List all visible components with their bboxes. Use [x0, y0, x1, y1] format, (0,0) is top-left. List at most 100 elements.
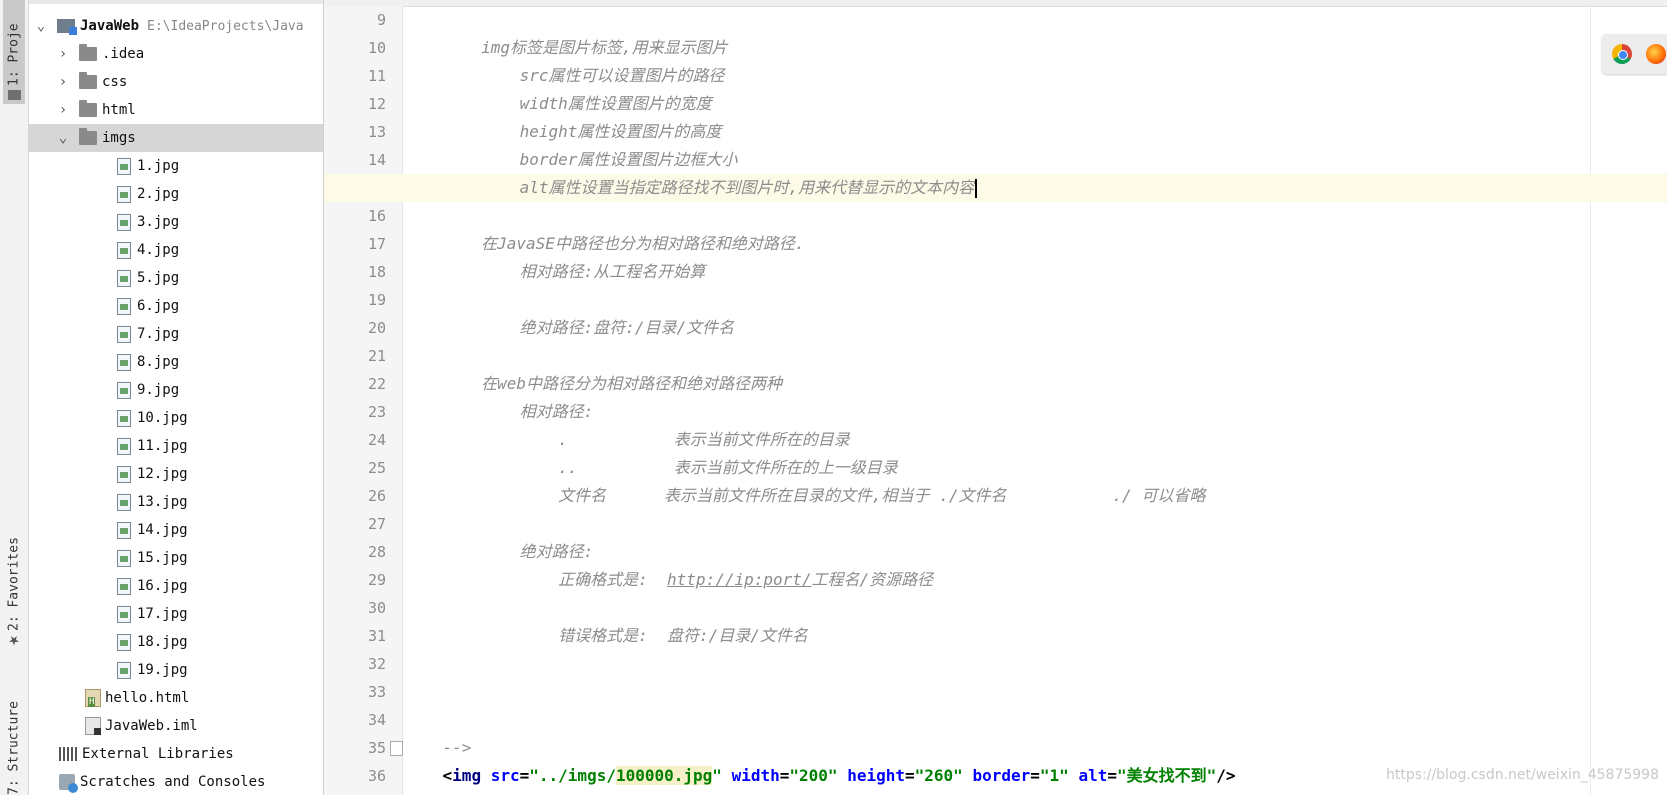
tab-structure-label: 7: Structure	[6, 701, 22, 795]
image-file-icon	[117, 605, 131, 623]
code-line[interactable]: 相对路径:	[404, 398, 1597, 426]
tree-file-image[interactable]: 11.jpg	[29, 432, 323, 460]
code-text: 工程名/资源路径	[811, 570, 934, 589]
tree-root[interactable]: ⌄ JavaWeb E:\IdeaProjects\Java	[29, 12, 323, 40]
image-file-icon	[117, 437, 131, 455]
code-line[interactable]	[404, 594, 1597, 622]
tree-file-iml[interactable]: JavaWeb.iml	[29, 712, 323, 740]
code-line[interactable]: width属性设置图片的宽度	[404, 90, 1597, 118]
file-label: 18.jpg	[137, 634, 188, 650]
chevron-right-icon[interactable]: ›	[57, 102, 69, 118]
chevron-right-icon[interactable]: ›	[57, 46, 69, 62]
code-line[interactable]	[404, 6, 1597, 34]
tree-file-image[interactable]: 8.jpg	[29, 348, 323, 376]
code-line[interactable]: 文件名 表示当前文件所在目录的文件,相当于 ./文件名 ./ 可以省略	[404, 482, 1597, 510]
code-line[interactable]: 在JavaSE中路径也分为相对路径和绝对路径.	[404, 230, 1597, 258]
tree-file-image[interactable]: 14.jpg	[29, 516, 323, 544]
code-line[interactable]: 相对路径:从工程名开始算	[404, 258, 1597, 286]
code-line[interactable]: . 表示当前文件所在的目录	[404, 426, 1597, 454]
tree-file-image[interactable]: 12.jpg	[29, 460, 323, 488]
code-line[interactable]: 绝对路径:	[404, 538, 1597, 566]
code-text: 正确格式是:	[404, 570, 668, 589]
tool-window-strip: 1: Proje ★ 2: Favorites 7: Structure	[0, 0, 29, 795]
tag-token-width-val: "200"	[789, 766, 838, 785]
tree-file-image[interactable]: 16.jpg	[29, 572, 323, 600]
tree-file-image[interactable]: 13.jpg	[29, 488, 323, 516]
code-line[interactable]: img标签是图片标签,用来显示图片	[404, 34, 1597, 62]
tree-file-image[interactable]: 19.jpg	[29, 656, 323, 684]
code-text: 相对路径:从工程名开始算	[404, 262, 706, 281]
tree-file-image[interactable]: 1.jpg	[29, 152, 323, 180]
file-label: 13.jpg	[137, 494, 188, 510]
tree-folder-idea[interactable]: › .idea	[29, 40, 323, 68]
code-line[interactable]: alt属性设置当指定路径找不到图片时,用来代替显示的文本内容	[324, 174, 1667, 202]
code-text: height属性设置图片的高度	[404, 122, 722, 141]
code-editor[interactable]: 9 10 img标签是图片标签,用来显示图片 11 src属性可以设置图片的路径 12…	[324, 0, 1667, 795]
tree-file-image[interactable]: 15.jpg	[29, 544, 323, 572]
tag-token-src-hl: 100000.jpg	[615, 766, 713, 785]
tree-file-image[interactable]: 10.jpg	[29, 404, 323, 432]
tag-token-border-attr: border	[972, 766, 1031, 785]
tree-scratches[interactable]: Scratches and Consoles	[29, 768, 323, 795]
code-text: 绝对路径:	[404, 542, 594, 561]
tab-favorites[interactable]: ★ 2: Favorites	[3, 520, 25, 652]
tree-file-image[interactable]: 6.jpg	[29, 292, 323, 320]
code-text: src属性可以设置图片的路径	[404, 66, 725, 85]
code-line[interactable]: .. 表示当前文件所在的上一级目录	[404, 454, 1597, 482]
tree-folder-html[interactable]: › html	[29, 96, 323, 124]
file-label: 1.jpg	[137, 158, 180, 174]
tree-folder-imgs[interactable]: ⌄ imgs	[29, 124, 323, 152]
tree-external-libraries[interactable]: External Libraries	[29, 740, 323, 768]
folder-icon	[7, 90, 22, 100]
chevron-down-icon[interactable]: ⌄	[57, 130, 69, 146]
tree-file-image[interactable]: 17.jpg	[29, 600, 323, 628]
code-line[interactable]: 正确格式是: http://ip:port/工程名/资源路径	[404, 566, 1597, 594]
code-line[interactable]: border属性设置图片边框大小	[404, 146, 1597, 174]
chrome-icon[interactable]	[1612, 44, 1632, 64]
code-line[interactable]: -->	[404, 734, 1597, 762]
chevron-right-icon[interactable]: ›	[57, 74, 69, 90]
tree-file-image[interactable]: 2.jpg	[29, 180, 323, 208]
line-number: 36	[367, 767, 386, 785]
code-line[interactable]: height属性设置图片的高度	[404, 118, 1597, 146]
code-line[interactable]	[404, 202, 1597, 230]
code-line[interactable]	[404, 510, 1597, 538]
code-line[interactable]	[404, 286, 1597, 314]
tree-file-image[interactable]: 5.jpg	[29, 264, 323, 292]
firefox-icon[interactable]	[1646, 44, 1666, 64]
code-line[interactable]: 错误格式是: 盘符:/目录/文件名	[404, 622, 1597, 650]
tree-file-image[interactable]: 9.jpg	[29, 376, 323, 404]
image-file-icon	[117, 297, 131, 315]
line-number: 33	[367, 683, 386, 701]
code-line[interactable]	[404, 706, 1597, 734]
tree-root-path: E:\IdeaProjects\Java	[147, 18, 304, 34]
folder-icon	[79, 72, 97, 89]
tag-token-src-val: "../imgs/	[529, 766, 616, 785]
tree-file-image[interactable]: 3.jpg	[29, 208, 323, 236]
code-text: width属性设置图片的宽度	[404, 94, 712, 113]
code-line[interactable]	[404, 650, 1597, 678]
code-line[interactable]	[404, 678, 1597, 706]
file-label: 19.jpg	[137, 662, 188, 678]
tab-structure[interactable]: 7: Structure	[3, 675, 25, 795]
tag-token-open: <	[442, 766, 453, 785]
tree-folder-css[interactable]: › css	[29, 68, 323, 96]
chevron-down-icon[interactable]: ⌄	[35, 18, 47, 34]
line-number: 27	[367, 515, 386, 533]
tree-file-image[interactable]: 7.jpg	[29, 320, 323, 348]
tab-project[interactable]: 1: Proje	[3, 0, 25, 104]
tree-file-image[interactable]: 18.jpg	[29, 628, 323, 656]
code-text: .. 表示当前文件所在的上一级目录	[404, 458, 898, 477]
tree-file-image[interactable]: 4.jpg	[29, 236, 323, 264]
code-line[interactable]: src属性可以设置图片的路径	[404, 62, 1597, 90]
code-line[interactable]: 绝对路径:盘符:/目录/文件名	[404, 314, 1597, 342]
code-line[interactable]: 在web中路径分为相对路径和绝对路径两种	[404, 370, 1597, 398]
tag-token-border-val: "1"	[1039, 766, 1069, 785]
file-label: 4.jpg	[137, 242, 180, 258]
tree-file-hello-html[interactable]: hello.html	[29, 684, 323, 712]
image-file-icon	[117, 269, 131, 287]
code-link[interactable]: http://ip:port/	[667, 570, 812, 589]
fold-marker-icon[interactable]	[390, 741, 403, 756]
code-line[interactable]	[404, 342, 1597, 370]
image-file-icon	[117, 381, 131, 399]
